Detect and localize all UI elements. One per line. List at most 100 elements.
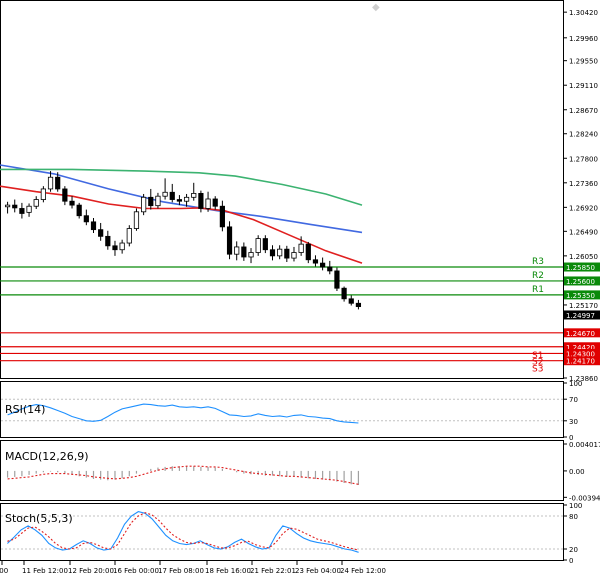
candle-body	[19, 208, 25, 214]
rsi-title: RSI(14)	[5, 403, 45, 416]
macd-tick-label: 0.00	[569, 468, 585, 476]
level-price-label: 1.24670	[566, 330, 595, 338]
price-tick-label: 1.30420	[569, 9, 598, 17]
candle-body	[33, 199, 39, 207]
candle-body	[90, 221, 97, 231]
candle	[141, 193, 147, 216]
candle-body	[112, 245, 118, 251]
candle-body	[320, 262, 326, 268]
price-tick-label: 1.29960	[569, 35, 598, 43]
current-price-label: 1.24997	[566, 312, 595, 320]
level-price-label: 1.25350	[566, 292, 595, 300]
candle-body	[26, 205, 32, 213]
candle-body	[255, 238, 261, 253]
stoch-tick-label: 100	[569, 502, 582, 510]
candle-body	[40, 188, 46, 200]
candle-body	[269, 249, 276, 257]
x-tick-label: 16 Feb 00:00	[113, 567, 159, 575]
candle-body	[277, 248, 283, 257]
candle-body	[305, 243, 311, 261]
candle	[226, 221, 233, 260]
macd-title: MACD(12,26,9)	[5, 450, 89, 463]
candle-body	[205, 198, 211, 209]
candle	[126, 225, 132, 247]
x-tick-label: 24 Feb 12:00	[340, 567, 386, 575]
x-tick-label: 18 Feb 16:00	[205, 567, 251, 575]
candle-body	[183, 196, 190, 202]
candle-body	[119, 242, 125, 251]
candle-body	[312, 259, 319, 264]
candle-body	[355, 302, 362, 308]
candle-body	[169, 191, 175, 200]
candle-body	[162, 191, 168, 197]
candle-body	[341, 287, 347, 300]
price-tick-label: 1.26920	[569, 204, 598, 212]
stoch-tick-label: 0	[569, 557, 573, 565]
level-price-label: 1.25600	[566, 278, 595, 286]
price-panel	[0, 0, 564, 379]
candle	[305, 241, 311, 264]
candle-body	[148, 196, 154, 207]
candle-body	[126, 228, 132, 244]
price-tick-label: 1.25170	[569, 302, 598, 310]
watermark-glyph: ◆	[372, 2, 380, 13]
candle-body	[219, 205, 225, 228]
candle-body	[12, 204, 18, 209]
level-price-label: 1.25850	[566, 264, 595, 272]
stoch-tick-label: 20	[569, 546, 578, 554]
candle-body	[141, 196, 147, 213]
price-tick-label: 1.28670	[569, 107, 598, 115]
candle	[133, 208, 140, 231]
candle-body	[348, 298, 354, 304]
stoch-tick-label: 80	[569, 513, 578, 521]
candle-body	[298, 243, 304, 253]
candle-body	[198, 193, 204, 209]
x-tick-label: 12 Feb 20:00	[68, 567, 114, 575]
price-tick-label: 1.27800	[569, 155, 598, 163]
candle-body	[76, 204, 82, 217]
candle-body	[234, 246, 240, 255]
candle-body	[4, 204, 11, 208]
candle-body	[327, 266, 333, 272]
rsi-panel	[0, 381, 564, 438]
x-tick-label: 04:00	[0, 567, 8, 575]
rsi-tick-label: 70	[569, 396, 578, 404]
price-tick-label: 1.26050	[569, 253, 598, 261]
rsi-tick-label: 100	[569, 380, 582, 388]
price-tick-label: 1.28240	[569, 131, 598, 139]
candle-body	[334, 270, 340, 289]
x-tick-label: 11 Feb 12:00	[22, 567, 68, 575]
x-tick-label: 23 Feb 04:00	[295, 567, 341, 575]
candle-body	[105, 235, 111, 247]
candle-body	[248, 252, 254, 258]
candle-body	[55, 176, 61, 190]
candle-body	[69, 200, 75, 206]
candle-body	[284, 248, 290, 259]
candle	[334, 267, 340, 291]
x-tick-label: 21 Feb 22:01	[250, 567, 296, 575]
stoch-title: Stoch(5,5,3)	[5, 512, 73, 525]
candle-body	[226, 226, 233, 255]
candle-body	[98, 229, 104, 237]
candle-body	[241, 246, 247, 258]
rsi-tick-label: 30	[569, 418, 578, 426]
price-tick-label: 1.27360	[569, 180, 598, 188]
forex-chart: ◆ R3R2R1S1S2S3 1.304201.299601.295501.29…	[0, 0, 600, 575]
level-name-r3: R3	[532, 257, 544, 267]
level-price-label: 1.24170	[566, 358, 595, 366]
candle	[255, 235, 261, 256]
candle-body	[212, 198, 218, 207]
price-tick-label: 1.29110	[569, 82, 598, 90]
price-tick-label: 1.26490	[569, 228, 598, 236]
candle-body	[133, 211, 140, 229]
price-tick-label: 1.29550	[569, 58, 598, 66]
candle-body	[176, 199, 183, 202]
level-name-r2: R2	[532, 271, 544, 281]
candle-body	[262, 238, 268, 251]
candle-body	[191, 193, 197, 198]
candle-body	[155, 195, 161, 207]
level-name-s3: S3	[532, 365, 543, 375]
x-tick-label: 17 Feb 08:00	[158, 567, 204, 575]
candle-body	[62, 188, 68, 202]
candle	[40, 186, 46, 203]
